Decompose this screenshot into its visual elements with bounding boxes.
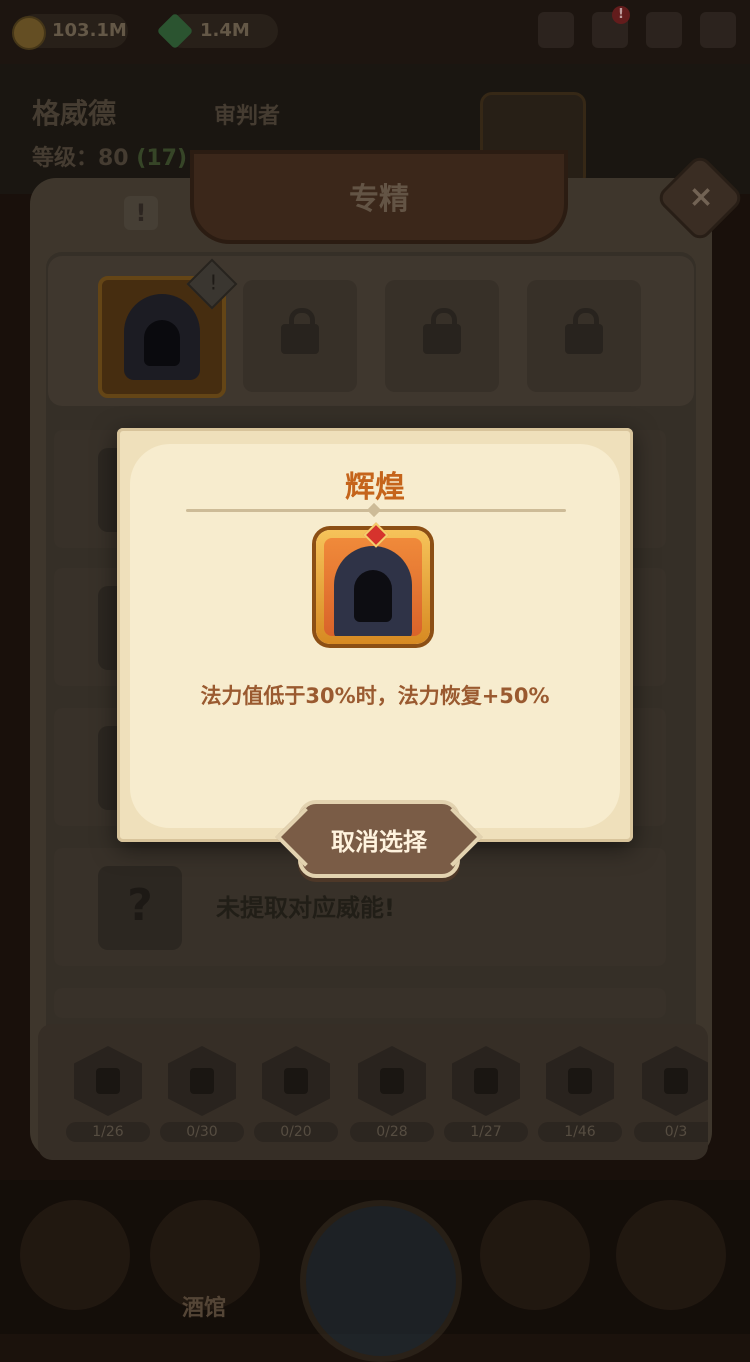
- hood-icon: [334, 546, 412, 636]
- skill-icon-bg: [324, 538, 422, 636]
- skill-title: 辉煌: [345, 470, 405, 505]
- skill-description: 法力值低于30%时，法力恢复+50%: [200, 684, 550, 708]
- cancel-selection-button[interactable]: 取消选择: [298, 800, 460, 878]
- skill-icon-frame: [316, 530, 430, 644]
- cancel-selection-label: 取消选择: [331, 828, 427, 856]
